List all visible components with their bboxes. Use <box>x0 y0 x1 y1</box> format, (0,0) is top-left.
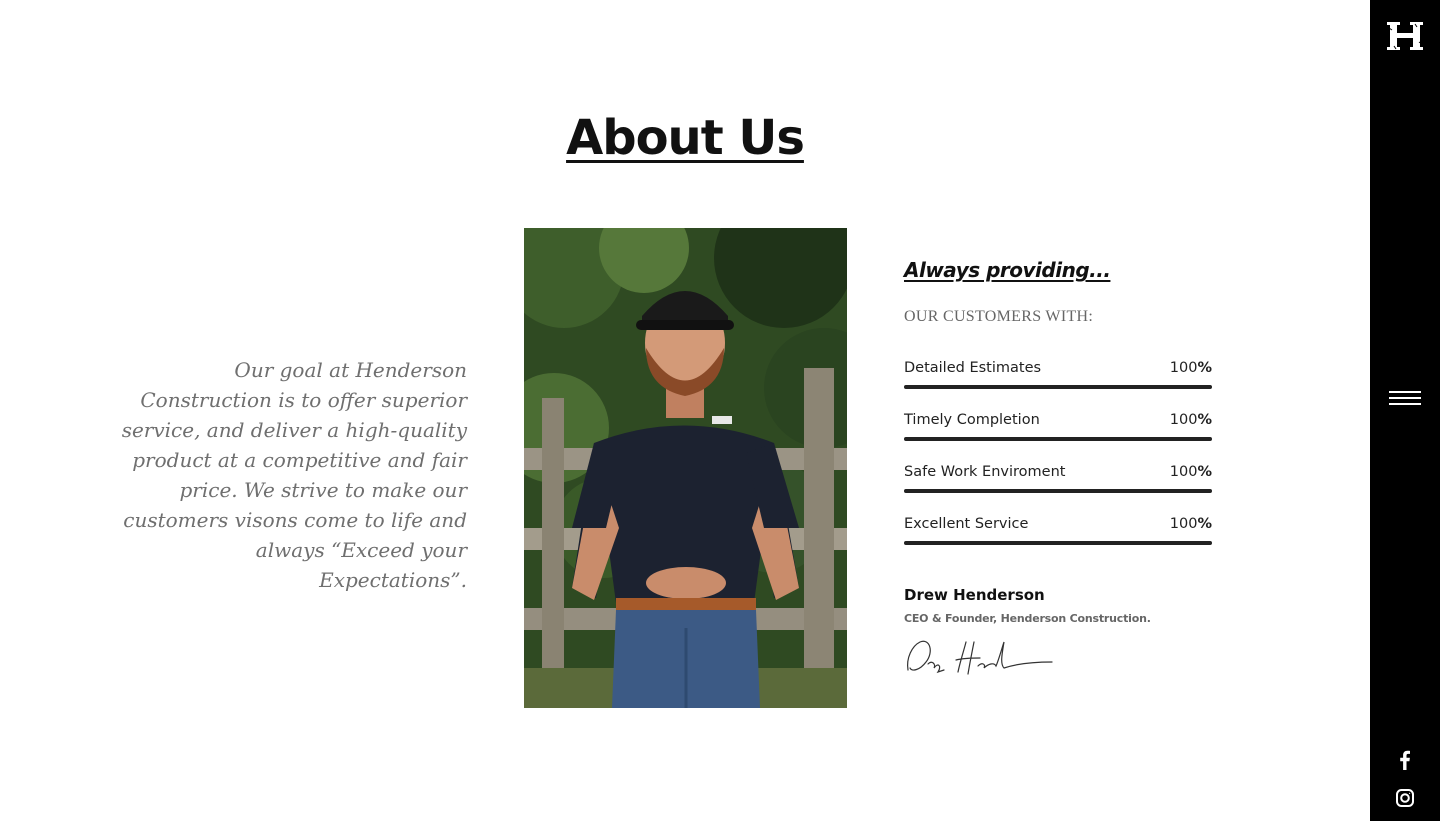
right-sidebar <box>1370 0 1440 821</box>
skill-percent-sign: % <box>1197 412 1212 428</box>
providing-section: Always providing... OUR CUSTOMERS WITH: … <box>904 258 1212 562</box>
skill-progress-track <box>904 385 1212 389</box>
mission-quote: Our goal at Henderson Construction is to… <box>121 358 467 592</box>
hamburger-menu-icon[interactable] <box>1389 389 1421 407</box>
skill-progress-track <box>904 541 1212 545</box>
instagram-icon[interactable] <box>1393 786 1417 810</box>
skill-row: Detailed Estimates 100% <box>904 354 1212 406</box>
page-title-text: About Us <box>566 110 805 166</box>
henderson-logo-icon[interactable] <box>1386 20 1424 52</box>
founder-name: Drew Henderson <box>904 586 1045 604</box>
providing-heading: Always providing... <box>904 258 1111 282</box>
skill-percent-number: 100 <box>1169 516 1198 532</box>
skill-percent: 100% <box>1170 464 1212 480</box>
skill-percent-sign: % <box>1197 360 1212 376</box>
skill-row: Timely Completion 100% <box>904 406 1212 458</box>
founder-signature <box>904 628 1054 680</box>
founder-role: CEO & Founder, Henderson Construction. <box>904 612 1151 625</box>
skills-list: Detailed Estimates 100% Timely Completion 1… <box>904 354 1212 562</box>
skill-label: Timely Completion <box>904 412 1040 428</box>
skill-progress-fill <box>904 437 1212 441</box>
skill-label: Safe Work Enviroment <box>904 464 1066 480</box>
skill-row: Safe Work Enviroment 100% <box>904 458 1212 510</box>
facebook-icon[interactable] <box>1393 748 1417 772</box>
skill-percent-sign: % <box>1197 516 1212 532</box>
skill-label: Excellent Service <box>904 516 1029 532</box>
providing-caption: OUR CUSTOMERS WITH: <box>904 308 1094 325</box>
skill-percent: 100% <box>1170 412 1212 428</box>
page-title: About Us <box>0 110 1370 166</box>
skill-percent-sign: % <box>1197 464 1212 480</box>
skill-progress-fill <box>904 541 1212 545</box>
skill-percent: 100% <box>1170 360 1212 376</box>
skill-progress-fill <box>904 489 1212 493</box>
skill-percent-number: 100 <box>1169 412 1198 428</box>
skill-progress-track <box>904 437 1212 441</box>
skill-percent-number: 100 <box>1169 360 1198 376</box>
skill-percent: 100% <box>1170 516 1212 532</box>
skill-progress-fill <box>904 385 1212 389</box>
skill-percent-number: 100 <box>1169 464 1198 480</box>
founder-photo <box>524 228 847 708</box>
skill-progress-track <box>904 489 1212 493</box>
skill-row: Excellent Service 100% <box>904 510 1212 562</box>
skill-label: Detailed Estimates <box>904 360 1042 376</box>
